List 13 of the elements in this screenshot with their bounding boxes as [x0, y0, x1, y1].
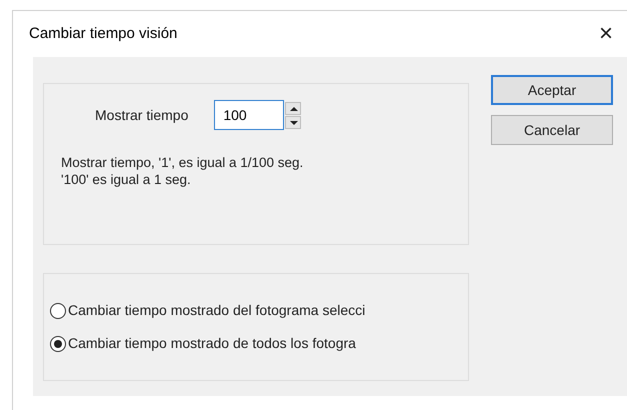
info-text: Mostrar tiempo, '1', es igual a 1/100 seg.	[61, 154, 304, 171]
radio-button[interactable]	[50, 302, 66, 318]
dialog-button[interactable]: Cancelar	[491, 115, 613, 145]
radio-label[interactable]: Cambiar tiempo mostrado del fotograma selecci	[68, 300, 366, 321]
radio-label[interactable]: Cambiar tiempo mostrado de todos los fotogra	[68, 333, 356, 354]
spinner[interactable]	[285, 102, 302, 128]
field-label: Mostrar tiempo	[95, 106, 188, 125]
time-input[interactable]: 100	[214, 100, 284, 130]
radio-button[interactable]	[50, 336, 66, 352]
window-title: Cambiar tiempo visión	[29, 24, 178, 44]
dialog-button[interactable]: Aceptar	[491, 75, 613, 105]
close-button[interactable]: ×	[594, 22, 617, 46]
info-text: '100' es igual a 1 seg.	[61, 171, 192, 188]
